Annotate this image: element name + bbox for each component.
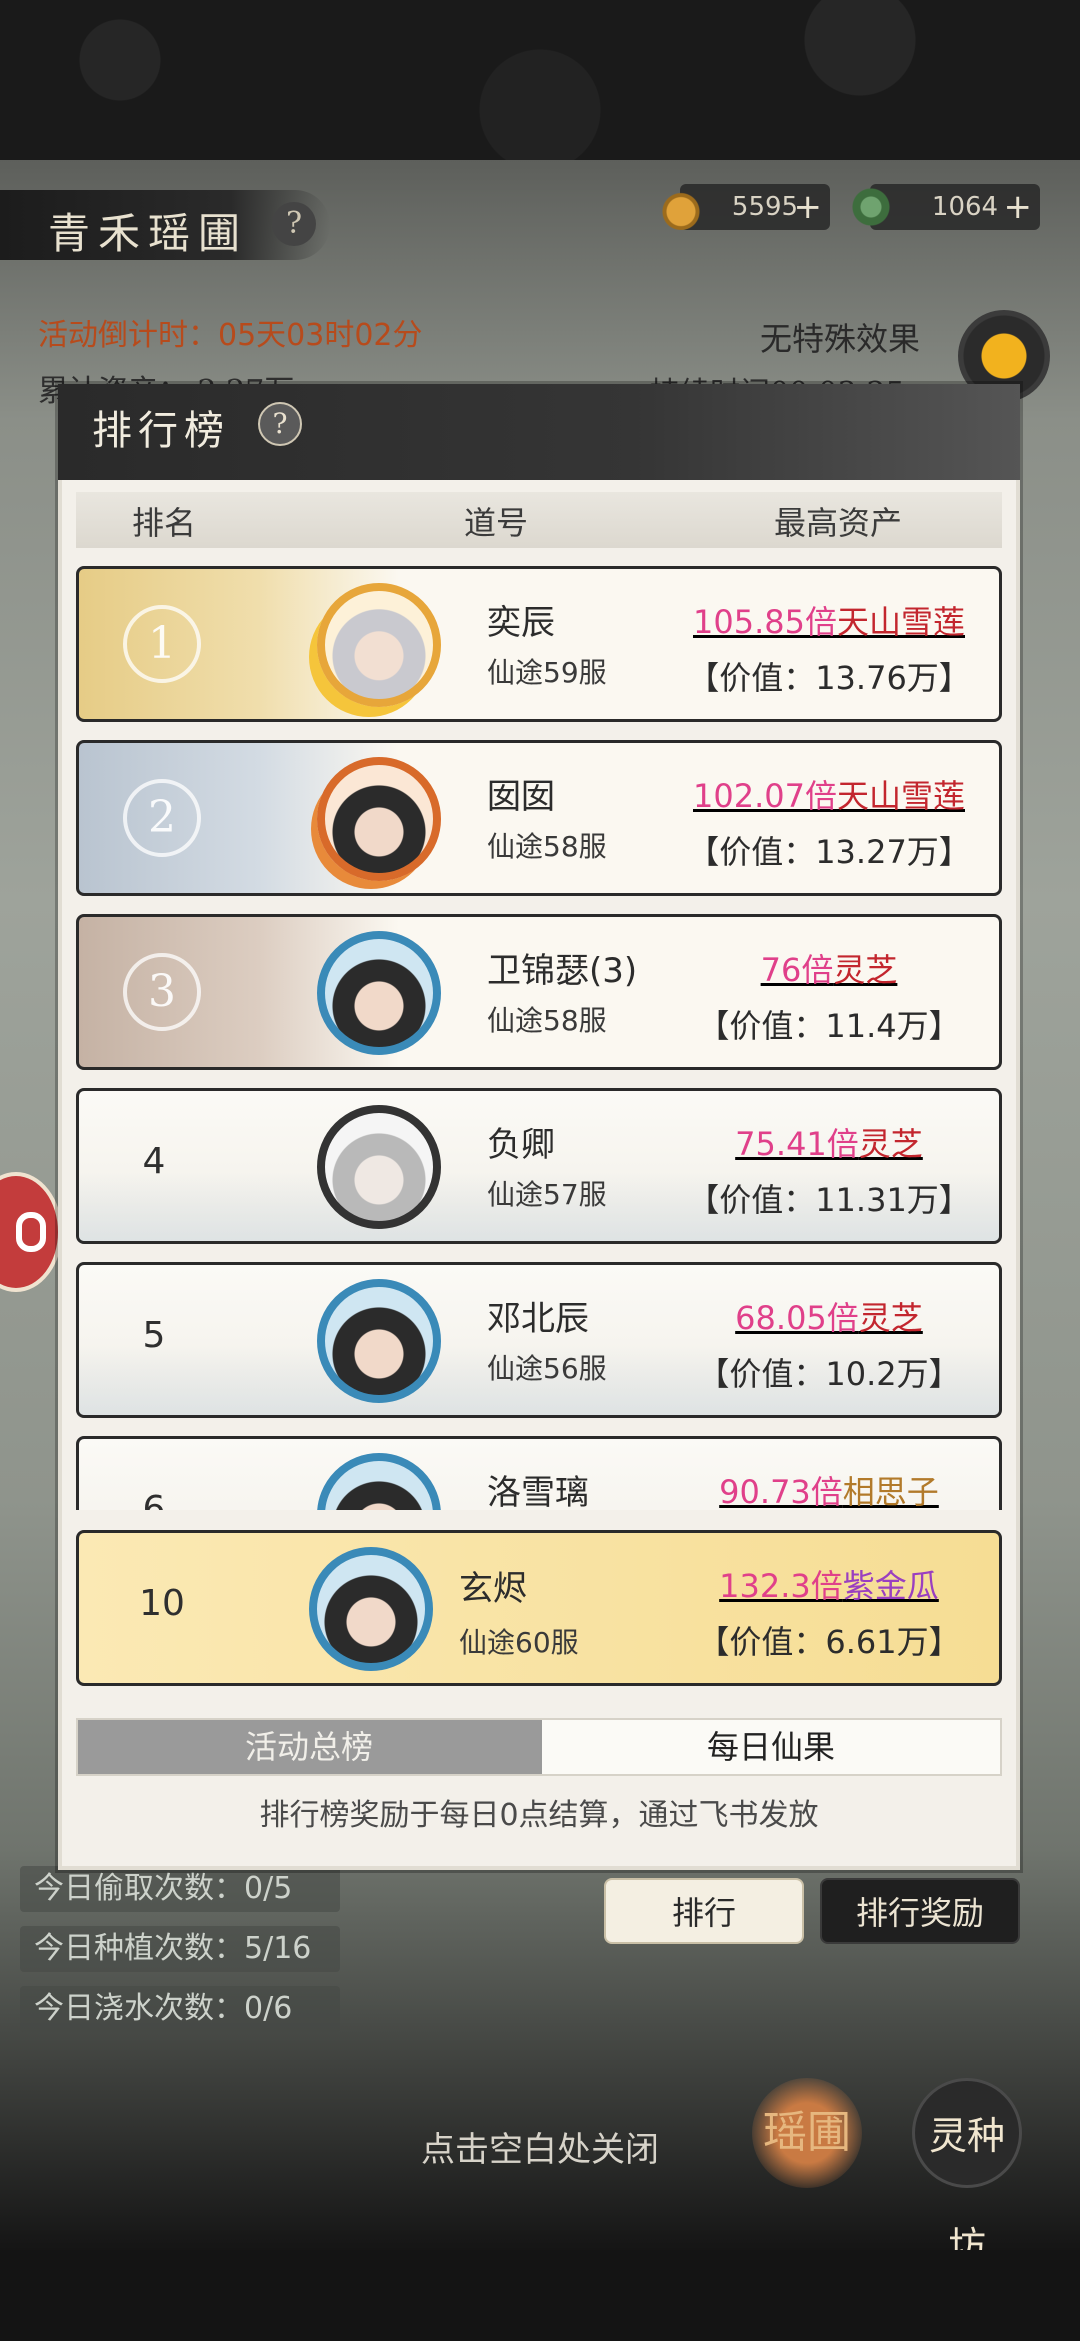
avatar[interactable] xyxy=(317,583,441,707)
gamepad-button[interactable] xyxy=(0,1172,62,1292)
column-asset: 最高资产 xyxy=(774,504,903,542)
rank-medal-silver: 2 xyxy=(123,779,201,857)
asset-multiplier: 90.73倍 xyxy=(719,1473,843,1510)
bottom-decor-band xyxy=(0,2250,1080,2341)
best-asset: 105.85倍天山雪莲 xyxy=(659,597,999,643)
leaderboard-list[interactable]: 1 奕辰 仙途59服 105.85倍天山雪莲 【价值：13.76万】 2 囡囡 … xyxy=(76,566,1002,1510)
rank-number: 5 xyxy=(142,1315,166,1356)
leaderboard-tabs: 活动总榜 每日仙果 xyxy=(76,1718,1002,1776)
player-name: 负卿 xyxy=(487,1125,555,1165)
rank-medal-bronze: 3 xyxy=(123,953,201,1031)
avatar[interactable] xyxy=(317,1105,441,1229)
asset-worth: 【价值：10.2万】 xyxy=(697,1355,961,1393)
asset-worth: 【价值：13.27万】 xyxy=(687,833,971,871)
asset-item: 灵芝 xyxy=(833,951,898,989)
asset-multiplier: 76倍 xyxy=(760,951,834,989)
player-name: 卫锦瑟(3) xyxy=(487,951,638,991)
my-best-asset: 132.3倍紫金瓜 xyxy=(659,1561,999,1607)
asset-item: 相思子 xyxy=(842,1473,939,1510)
best-asset: 90.73倍相思子 xyxy=(659,1467,999,1510)
my-player-name: 玄烬 xyxy=(459,1569,527,1609)
asset-item: 灵芝 xyxy=(858,1299,923,1337)
best-asset: 102.07倍天山雪莲 xyxy=(659,771,999,817)
leaderboard-row[interactable]: 2 囡囡 仙途58服 102.07倍天山雪莲 【价值：13.27万】 xyxy=(76,740,1002,896)
player-server: 仙途56服 xyxy=(487,1352,607,1385)
add-gourd-button[interactable]: + xyxy=(794,184,823,230)
my-asset-worth: 【价值：6.61万】 xyxy=(697,1623,961,1661)
rank-number: 4 xyxy=(142,1141,166,1182)
screen: 青禾瑶圃 ? 5595 + 1064 + 活动倒计时：05天03时02分 无特殊… xyxy=(0,0,1080,2341)
asset-item: 灵芝 xyxy=(858,1125,923,1163)
column-name: 道号 xyxy=(464,504,529,542)
player-name: 囡囡 xyxy=(487,777,555,817)
asset-multiplier: 75.41倍 xyxy=(735,1125,859,1163)
asset-item: 紫金瓜 xyxy=(842,1567,939,1605)
leaderboard-row[interactable]: 4 负卿 仙途57服 75.41倍灵芝 【价值：11.31万】 xyxy=(76,1088,1002,1244)
player-server: 仙途58服 xyxy=(487,1004,607,1037)
best-asset: 75.41倍灵芝 xyxy=(659,1119,999,1165)
effect-status: 无特殊效果 xyxy=(760,320,921,358)
avatar[interactable] xyxy=(317,757,441,881)
reward-notice: 排行榜奖励于每日0点结算，通过飞书发放 xyxy=(259,1798,819,1833)
event-countdown: 活动倒计时：05天03时02分 xyxy=(38,318,423,353)
gamepad-icon xyxy=(16,1212,46,1252)
asset-multiplier: 102.07倍 xyxy=(693,777,837,815)
asset-worth: 【价值：11.31万】 xyxy=(687,1181,971,1219)
player-name: 洛雪璃 xyxy=(487,1473,589,1510)
my-avatar[interactable] xyxy=(309,1547,433,1671)
leaderboard-row[interactable]: 1 奕辰 仙途59服 105.85倍天山雪莲 【价值：13.76万】 xyxy=(76,566,1002,722)
jade-icon xyxy=(848,184,894,230)
steal-count: 今日偷取次数：0/5 xyxy=(20,1866,340,1912)
top-decor-band xyxy=(0,0,1080,160)
asset-multiplier: 68.05倍 xyxy=(735,1299,859,1337)
asset-item: 天山雪莲 xyxy=(836,603,965,641)
rank-medal-gold: 1 xyxy=(123,605,201,683)
page-title: 青禾瑶圃 xyxy=(48,209,249,258)
help-icon[interactable]: ? xyxy=(272,202,316,246)
player-server: 仙途59服 xyxy=(487,656,607,689)
rank-button[interactable]: 排行 xyxy=(604,1878,804,1944)
best-asset: 68.05倍灵芝 xyxy=(659,1293,999,1339)
plant-count: 今日种植次数：5/16 xyxy=(20,1926,340,1972)
leaderboard-title: 排行榜 xyxy=(92,408,230,454)
leaderboard-row[interactable]: 6 洛雪璃 90.73倍相思子 xyxy=(76,1436,1002,1510)
water-count: 今日浇水次数：0/6 xyxy=(20,1986,340,2032)
resource-gourd: 5595 + xyxy=(658,184,830,230)
leaderboard-row[interactable]: 3 卫锦瑟(3) 仙途58服 76倍灵芝 【价值：11.4万】 xyxy=(76,914,1002,1070)
leaderboard-row[interactable]: 5 邓北辰 仙途56服 68.05倍灵芝 【价值：10.2万】 xyxy=(76,1262,1002,1418)
my-rank-number: 10 xyxy=(139,1583,185,1624)
asset-worth: 【价值：13.76万】 xyxy=(687,659,971,697)
asset-item: 天山雪莲 xyxy=(836,777,965,815)
avatar[interactable] xyxy=(317,931,441,1055)
avatar[interactable] xyxy=(317,1453,441,1510)
player-name: 奕辰 xyxy=(487,603,555,643)
resource-jade: 1064 + xyxy=(848,184,1040,230)
my-rank-row[interactable]: 10 玄烬 仙途60服 132.3倍紫金瓜 【价值：6.61万】 xyxy=(76,1530,1002,1686)
rank-number: 6 xyxy=(142,1489,166,1510)
my-player-server: 仙途60服 xyxy=(459,1626,579,1659)
close-hint[interactable]: 点击空白处关闭 xyxy=(0,2122,1080,2171)
tab-daily-fruit[interactable]: 每日仙果 xyxy=(542,1720,1000,1774)
gourd-icon xyxy=(658,184,704,230)
asset-worth: 【价值：11.4万】 xyxy=(697,1007,961,1045)
best-asset: 76倍灵芝 xyxy=(659,945,999,991)
leaderboard-help-icon[interactable]: ? xyxy=(258,402,302,446)
player-name: 邓北辰 xyxy=(487,1299,589,1339)
resource-value: 1064 xyxy=(931,192,999,222)
rank-reward-button[interactable]: 排行奖励 xyxy=(820,1878,1020,1944)
asset-multiplier: 105.85倍 xyxy=(693,603,837,641)
add-jade-button[interactable]: + xyxy=(1004,184,1033,230)
player-server: 仙途57服 xyxy=(487,1178,607,1211)
tab-total-ranking[interactable]: 活动总榜 xyxy=(78,1720,540,1774)
player-server: 仙途58服 xyxy=(487,830,607,863)
avatar[interactable] xyxy=(317,1279,441,1403)
asset-multiplier: 132.3倍 xyxy=(719,1567,843,1605)
column-rank: 排名 xyxy=(132,504,197,542)
